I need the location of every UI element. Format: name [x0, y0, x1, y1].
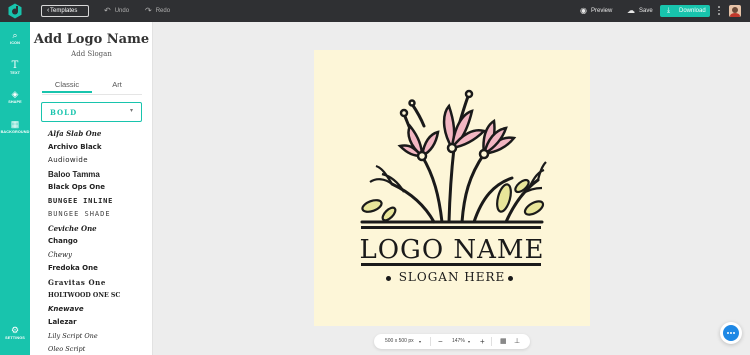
slogan-right-dot[interactable]: [508, 276, 513, 281]
font-item[interactable]: Black Ops One: [48, 181, 120, 195]
preview-button[interactable]: ◉ Preview: [580, 6, 612, 16]
gear-icon: ⚙: [10, 325, 20, 335]
rail-item-icon[interactable]: ⌕ ICON: [0, 30, 30, 46]
font-item[interactable]: BUNGEE SHADE: [48, 208, 120, 222]
chevron-left-icon: ‹: [47, 7, 50, 14]
logo-name-heading[interactable]: Add Logo Name: [30, 32, 152, 47]
zoom-toolbar: 500 x 500 px ▾ − 147% ▾ + ▦ ⊥: [374, 334, 530, 349]
zoom-out-button[interactable]: −: [438, 334, 443, 349]
templates-button[interactable]: ‹ Templates: [41, 5, 89, 17]
font-item[interactable]: Chango: [48, 235, 120, 249]
logo-name-text[interactable]: LOGO NAME: [314, 235, 590, 265]
undo-icon: ↶: [104, 6, 111, 15]
font-category-select[interactable]: BOLD ▾: [41, 102, 142, 122]
font-item[interactable]: Audiowide: [48, 154, 120, 168]
zoom-in-button[interactable]: +: [480, 334, 485, 349]
app-logo-icon[interactable]: [8, 3, 22, 19]
design-artboard[interactable]: LOGO NAME SLOGAN HERE: [314, 50, 590, 326]
tab-art[interactable]: Art: [92, 80, 142, 93]
rail-item-text[interactable]: T TEXT: [0, 60, 30, 76]
chevron-down-icon[interactable]: ▾: [468, 334, 470, 349]
rail-item-settings[interactable]: ⚙ SETTINGS: [0, 325, 30, 341]
font-item[interactable]: Gravitas One: [48, 276, 120, 290]
slogan-heading[interactable]: Add Slogan: [30, 50, 152, 58]
tool-rail: ⌕ ICON T TEXT ◈ SHAPE ▦ BACKGROUND ⚙ SET…: [0, 22, 30, 355]
logo-top-divider[interactable]: [361, 226, 541, 229]
undo-button[interactable]: ↶ Undo: [104, 6, 129, 16]
download-icon: ⤓: [667, 7, 671, 14]
text-icon: T: [11, 60, 19, 71]
save-button[interactable]: ☁ Save: [627, 6, 653, 16]
redo-button[interactable]: ↷ Redo: [145, 6, 170, 16]
font-item[interactable]: Baloo Tamma: [48, 168, 120, 182]
font-item[interactable]: Fredoka One: [48, 262, 120, 276]
font-item[interactable]: Lalezar: [48, 316, 120, 330]
tab-divider: [42, 94, 142, 95]
font-item[interactable]: Knewave: [48, 303, 120, 317]
rail-item-shape[interactable]: ◈ SHAPE: [0, 89, 30, 105]
chat-button[interactable]: [720, 322, 742, 344]
rail-item-background[interactable]: ▦ BACKGROUND: [0, 119, 30, 135]
grid-icon[interactable]: ▦: [500, 334, 507, 349]
text-panel: Add Logo Name Add Slogan Classic Art BOL…: [30, 22, 153, 355]
redo-icon: ↷: [145, 6, 152, 15]
font-item[interactable]: Chewy: [48, 249, 120, 263]
font-item[interactable]: BUNGEE INLINE: [48, 195, 120, 209]
canvas-size-select[interactable]: 500 x 500 px: [385, 334, 414, 349]
align-icon[interactable]: ⊥: [514, 334, 520, 349]
tab-classic[interactable]: Classic: [42, 80, 92, 93]
font-item[interactable]: HOLTWOOD ONE SC: [48, 289, 120, 303]
chevron-down-icon: ▾: [129, 108, 133, 114]
flower-illustration[interactable]: [354, 86, 550, 226]
shapes-icon: ◈: [11, 89, 19, 99]
cloud-upload-icon: ☁: [627, 6, 635, 15]
download-button[interactable]: ⤓ Download: [660, 5, 710, 17]
zoom-level-select[interactable]: 147%: [452, 334, 465, 349]
chevron-down-icon[interactable]: ▾: [419, 334, 421, 349]
font-item[interactable]: Oleo Script: [48, 343, 120, 355]
font-item[interactable]: Ceviche One: [48, 222, 120, 236]
user-avatar[interactable]: [729, 5, 741, 17]
search-icon: ⌕: [12, 30, 18, 40]
eye-icon: ◉: [580, 6, 587, 15]
font-item[interactable]: Archivo Black: [48, 141, 120, 155]
more-options-icon[interactable]: [718, 6, 720, 16]
top-bar: ‹ Templates ↶ Undo ↷ Redo ◉ Preview ☁ Save ⤓…: [0, 0, 750, 22]
font-item[interactable]: Lily Script One: [48, 330, 120, 344]
logo-bottom-divider[interactable]: [361, 263, 541, 266]
pattern-icon: ▦: [10, 119, 20, 129]
font-list: Alfa Slab One Archivo Black Audiowide Ba…: [48, 127, 120, 355]
slogan-text[interactable]: SLOGAN HERE: [314, 270, 590, 284]
font-item[interactable]: Alfa Slab One: [48, 127, 120, 141]
